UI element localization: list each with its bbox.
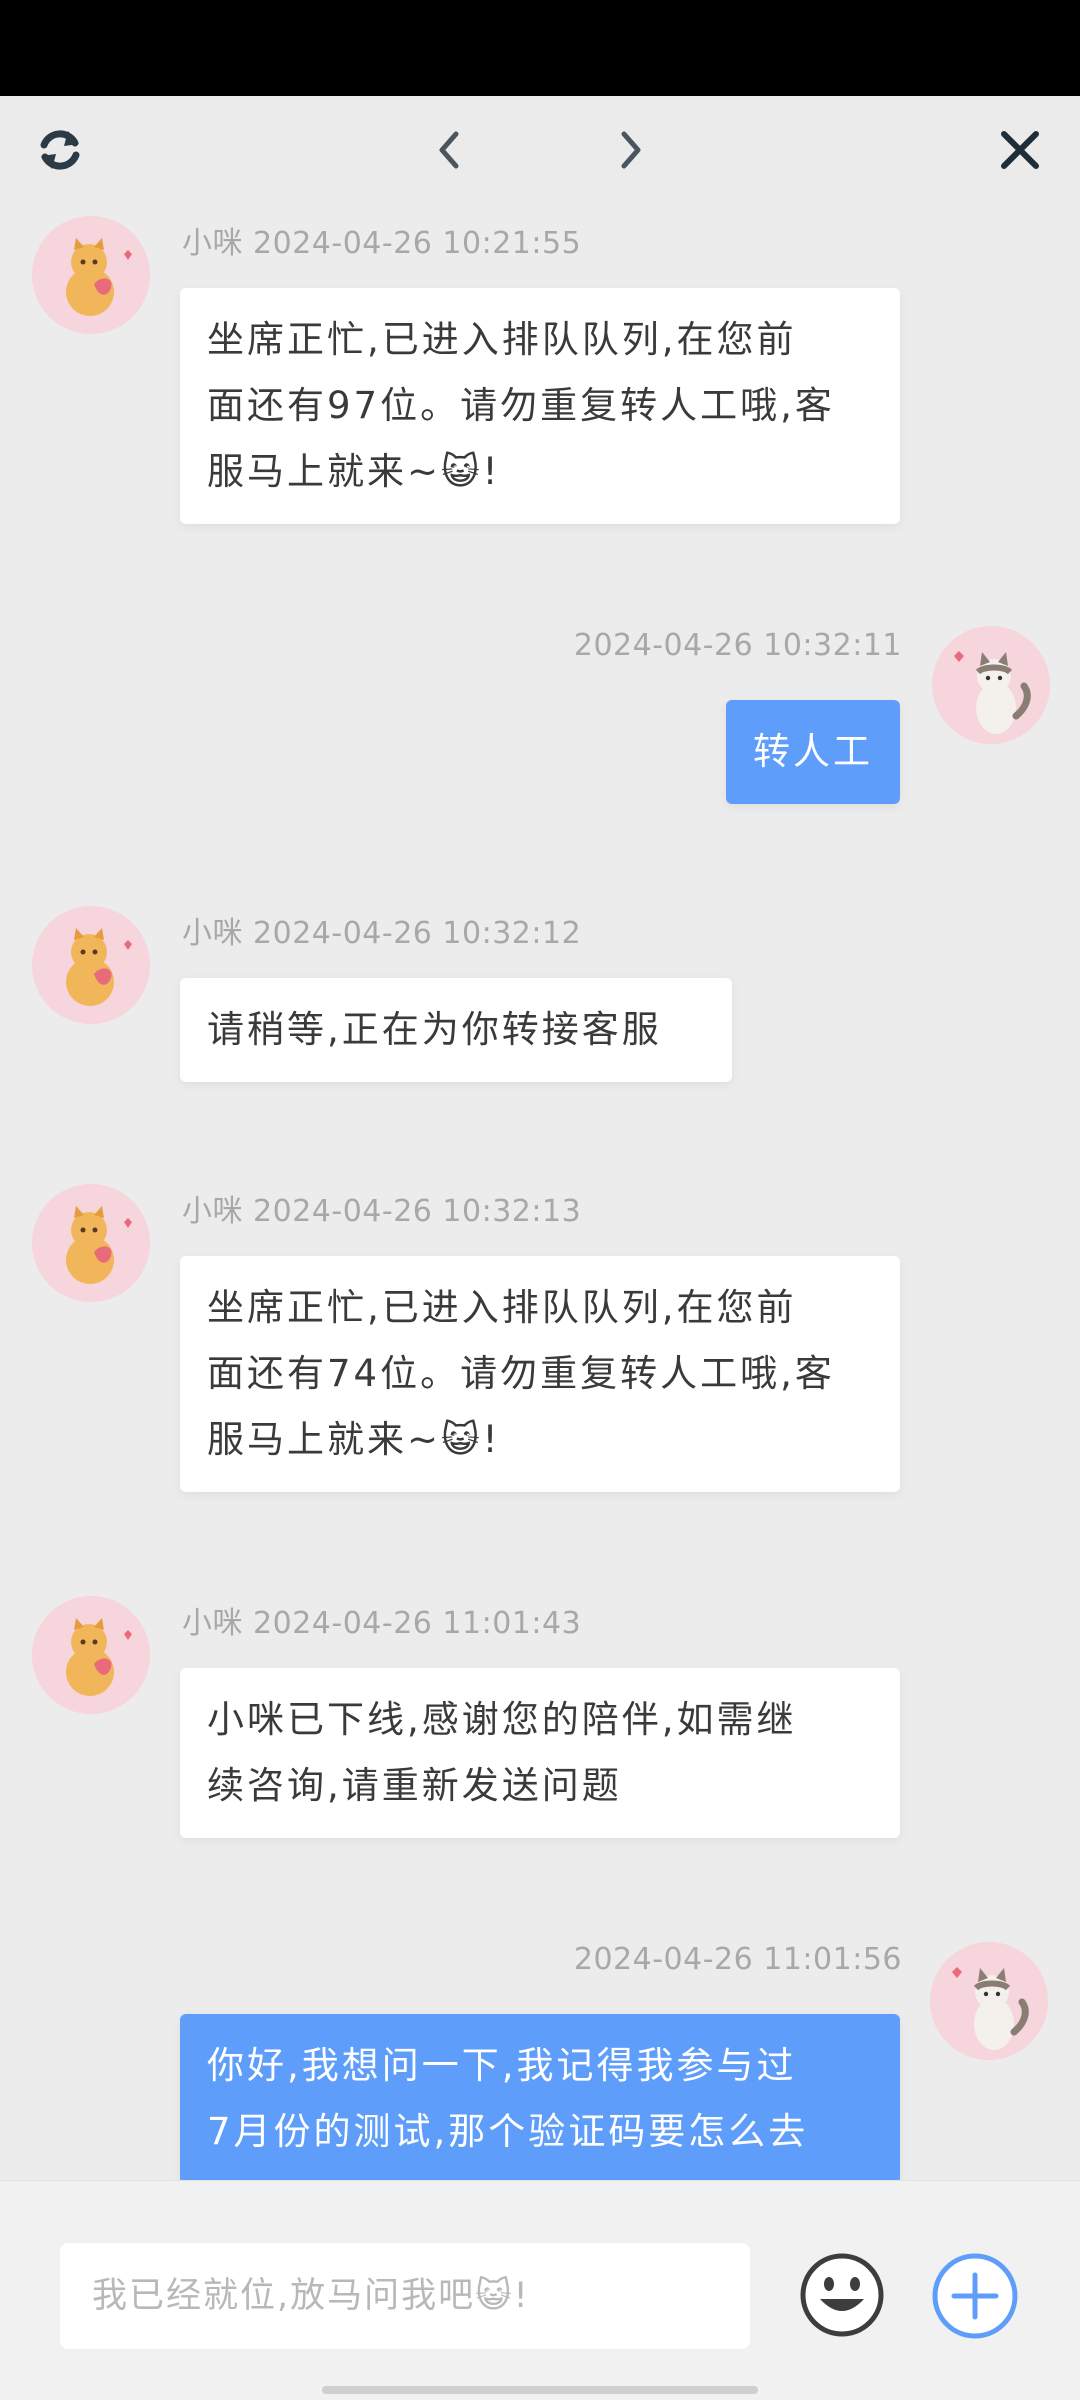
message-bubble: 小咪已下线,感谢您的陪伴,如需继 续咨询,请重新发送问题 (180, 1668, 900, 1838)
refresh-icon[interactable] (30, 120, 90, 180)
message-line: 服马上就来~😺! (207, 1418, 501, 1461)
bot-avatar (32, 906, 150, 1024)
message-meta: 小咪 2024-04-26 10:32:13 (182, 1194, 582, 1229)
home-indicator[interactable] (322, 2386, 758, 2394)
message-meta: 小咪 2024-04-26 10:21:55 (182, 226, 582, 261)
chevron-right-icon[interactable] (600, 120, 660, 180)
plus-circle-icon[interactable] (930, 2251, 1020, 2341)
top-toolbar (0, 96, 1080, 204)
message-line: 坐席正忙,已进入排队队列,在您前 (207, 318, 797, 361)
message-line: 服马上就来~😺! (207, 450, 501, 493)
bot-avatar (32, 216, 150, 334)
message-line: 坐席正忙,已进入排队队列,在您前 (207, 1286, 797, 1329)
message-meta: 小咪 2024-04-26 10:32:12 (182, 916, 582, 951)
message-line: 续咨询,请重新发送问题 (207, 1764, 622, 1807)
message-line: 小咪已下线,感谢您的陪伴,如需继 (207, 1698, 797, 1741)
emoji-icon[interactable] (798, 2251, 886, 2339)
user-avatar (932, 626, 1050, 744)
message-line: 你好,我想问一下,我记得我参与过 (207, 2044, 797, 2087)
message-meta: 2024-04-26 11:01:56 (573, 1942, 902, 1977)
message-bubble: 转人工 (726, 700, 900, 804)
message-line: 7月份的测试,那个验证码要怎么去 (207, 2110, 809, 2153)
chat-message-list[interactable]: 小咪 2024-04-26 10:21:55 坐席正忙,已进入排队队列,在您前 … (0, 204, 1080, 2180)
message-input[interactable] (60, 2243, 750, 2349)
message-line: 转人工 (753, 730, 873, 773)
message-meta: 2024-04-26 10:32:11 (573, 628, 902, 663)
message-composer (0, 2180, 1080, 2400)
message-line: 面还有74位。请勿重复转人工哦,客 (207, 1352, 835, 1395)
message-line: 请稍等,正在为你转接客服 (207, 1008, 662, 1051)
message-line: 面还有97位。请勿重复转人工哦,客 (207, 384, 835, 427)
status-bar (0, 0, 1080, 96)
message-bubble: 你好,我想问一下,我记得我参与过 7月份的测试,那个验证码要怎么去 (180, 2014, 900, 2180)
message-bubble: 坐席正忙,已进入排队队列,在您前 面还有74位。请勿重复转人工哦,客 服马上就来… (180, 1256, 900, 1492)
user-avatar (930, 1942, 1048, 2060)
message-meta: 小咪 2024-04-26 11:01:43 (182, 1606, 582, 1641)
close-icon[interactable] (990, 120, 1050, 180)
message-bubble: 请稍等,正在为你转接客服 (180, 978, 732, 1082)
message-bubble: 坐席正忙,已进入排队队列,在您前 面还有97位。请勿重复转人工哦,客 服马上就来… (180, 288, 900, 524)
bot-avatar (32, 1184, 150, 1302)
chevron-left-icon[interactable] (420, 120, 480, 180)
bot-avatar (32, 1596, 150, 1714)
